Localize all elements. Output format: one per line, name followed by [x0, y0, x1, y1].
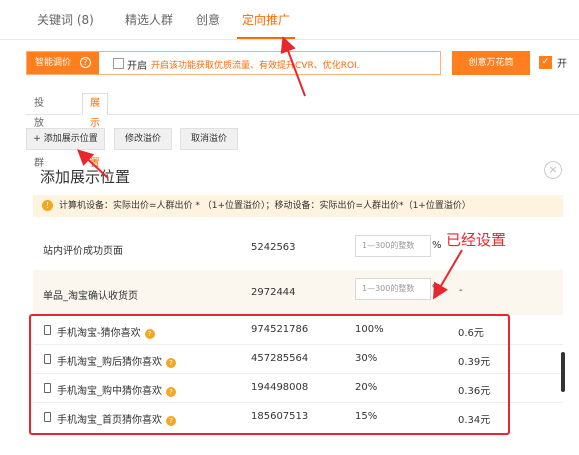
price-placeholder: - [459, 285, 463, 296]
tab-audience[interactable]: 投放人群 [26, 93, 52, 169]
cancel-premium-button[interactable]: 取消溢价 [180, 128, 238, 150]
smart-bid-toggle-label: 开启 [127, 61, 147, 72]
smart-bid-label: 智能调价 [35, 58, 72, 68]
smart-bid-description: 开启该功能获取优质流量、有效提升CVR、优化ROI. [151, 61, 360, 71]
smart-bid-button[interactable]: 智能调价 ? [27, 52, 99, 74]
percent-unit: % [432, 283, 442, 294]
creative-check-label: 开 [557, 59, 567, 70]
close-icon[interactable]: × [544, 161, 562, 179]
smart-bid-checkbox[interactable] [113, 58, 124, 69]
top-tab-bar: 关键词 (8) 精选人群 创意 定向推广 [0, 0, 579, 40]
pricing-notice: ! 计算机设备：实际出价=人群出价 * （1+位置溢价）；移动设备：实际出价=人… [33, 195, 563, 217]
tab-keywords[interactable]: 关键词 (8) [37, 11, 94, 28]
warning-icon: ! [42, 200, 53, 211]
position-traffic: 5242563 [251, 242, 296, 253]
smart-bid-bar: 智能调价 ? 开启 开启该功能获取优质流量、有效提升CVR、优化ROI. [26, 51, 441, 75]
tab-targeted-promotion[interactable]: 定向推广 [242, 11, 290, 28]
percent-unit: % [432, 240, 442, 251]
annotation-label: 已经设置 [446, 231, 507, 249]
creative-kaleidoscope-button[interactable]: 创意万花筒 [452, 51, 530, 75]
tab-creative[interactable]: 创意 [196, 11, 220, 28]
creative-checkbox[interactable]: ✓ [539, 56, 552, 69]
position-traffic: 2972444 [251, 287, 296, 298]
scrollbar[interactable] [561, 352, 565, 392]
add-position-button[interactable]: + 添加展示位置 [26, 128, 105, 150]
tab-selected-audience[interactable]: 精选人群 [125, 11, 173, 28]
notice-text: 计算机设备：实际出价=人群出价 * （1+位置溢价）；移动设备：实际出价=人群出… [59, 201, 471, 211]
panel-title: 添加展示位置 [40, 168, 131, 186]
help-icon[interactable]: ? [79, 57, 91, 68]
position-name: 站内评价成功页面 [43, 246, 123, 257]
premium-input[interactable]: 1—300的整数 [355, 278, 431, 300]
sub-tabs-divider [26, 114, 579, 115]
position-row: 单品_淘宝确认收货页 2972444 1—300的整数 % - [33, 270, 563, 315]
premium-input[interactable]: 1—300的整数 [355, 235, 431, 257]
tab-display-position[interactable]: 展示位置 [82, 93, 108, 169]
highlight-box [29, 314, 510, 435]
position-name: 单品_淘宝确认收货页 [43, 291, 138, 302]
active-tab-indicator [237, 37, 295, 39]
modify-premium-button[interactable]: 修改溢价 [114, 128, 172, 150]
